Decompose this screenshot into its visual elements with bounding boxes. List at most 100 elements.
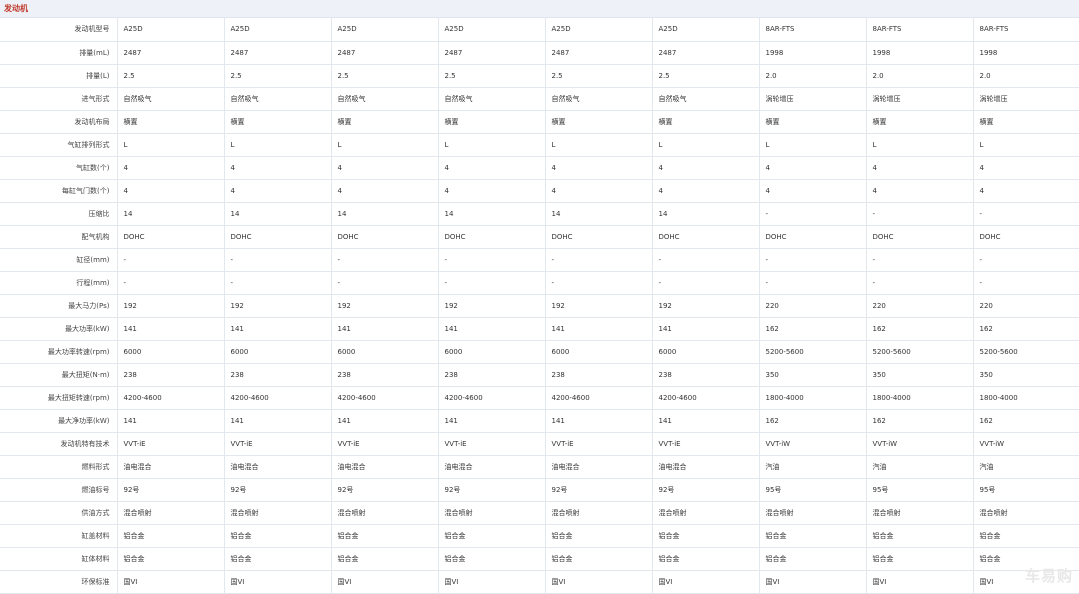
spec-cell: 4	[973, 156, 1079, 180]
spec-cell: 1800-4000	[973, 386, 1079, 410]
spec-cell: 铝合金	[759, 524, 867, 548]
spec-cell: L	[759, 133, 867, 157]
spec-cell: 162	[866, 409, 974, 433]
spec-cell: A25D	[438, 18, 546, 42]
spec-cell: -	[224, 248, 332, 272]
spec-cell: 238	[331, 363, 439, 387]
spec-row-label: 最大净功率(kW)	[0, 409, 118, 433]
spec-cell: -	[545, 271, 653, 295]
spec-cell: 国VI	[117, 570, 225, 594]
spec-cell: 自然吸气	[224, 87, 332, 111]
spec-cell: 铝合金	[331, 524, 439, 548]
spec-cell: 油电混合	[224, 455, 332, 479]
spec-cell: 铝合金	[545, 524, 653, 548]
section-header-engine: 发动机	[0, 0, 1079, 18]
spec-cell: 油电混合	[545, 455, 653, 479]
spec-row-label: 气缸数(个)	[0, 156, 118, 180]
spec-cell: A25D	[117, 18, 225, 42]
spec-cell: 横置	[973, 110, 1079, 134]
spec-cell: -	[866, 202, 974, 226]
spec-row-label: 排量(L)	[0, 64, 118, 88]
spec-cell: 横置	[652, 110, 760, 134]
spec-row: 最大功率(kW) 141 141 141 141 141 141 162 162 162	[0, 317, 1079, 341]
spec-cell: 汽油	[866, 455, 974, 479]
spec-row: 缸盖材料 铝合金 铝合金 铝合金 铝合金 铝合金 铝合金 铝合金 铝合金 铝合金	[0, 524, 1079, 548]
spec-cell: 4	[973, 179, 1079, 203]
spec-cell: 自然吸气	[545, 87, 653, 111]
spec-cell: VVT-iE	[652, 432, 760, 456]
spec-cell: 2487	[331, 41, 439, 65]
spec-row: 发动机型号 A25D A25D A25D A25D A25D A25D 8AR-FTS 8AR-…	[0, 18, 1079, 42]
spec-cell: 自然吸气	[652, 87, 760, 111]
spec-row: 最大扭矩转速(rpm) 4200-4600 4200-4600 4200-4600 42…	[0, 386, 1079, 410]
spec-cell: 混合喷射	[759, 501, 867, 525]
spec-cell: 8AR-FTS	[759, 18, 867, 42]
spec-cell: 4	[224, 156, 332, 180]
spec-cell: L	[973, 133, 1079, 157]
spec-cell: 油电混合	[438, 455, 546, 479]
spec-cell: 油电混合	[117, 455, 225, 479]
spec-cell: 混合喷射	[224, 501, 332, 525]
spec-row-label: 行程(mm)	[0, 271, 118, 295]
spec-cell: 4	[224, 179, 332, 203]
spec-cell: -	[759, 248, 867, 272]
spec-cell: 铝合金	[759, 547, 867, 571]
spec-cell: 220	[973, 294, 1079, 318]
spec-cell: 2.0	[866, 64, 974, 88]
spec-cell: 192	[117, 294, 225, 318]
spec-cell: 162	[759, 409, 867, 433]
spec-cell: 2.5	[438, 64, 546, 88]
spec-row-label: 最大马力(Ps)	[0, 294, 118, 318]
spec-cell: 95号	[973, 478, 1079, 502]
spec-cell: 涡轮增压	[973, 87, 1079, 111]
engine-spec-table: 发动机型号 A25D A25D A25D A25D A25D A25D 8AR-FTS 8AR-…	[0, 18, 1079, 594]
spec-cell: 4	[759, 179, 867, 203]
spec-row: 缸径(mm) - - - - - - - - -	[0, 248, 1079, 272]
spec-cell: 141	[652, 317, 760, 341]
spec-cell: 350	[866, 363, 974, 387]
spec-row-label: 气缸排列形式	[0, 133, 118, 157]
spec-cell: 238	[438, 363, 546, 387]
spec-cell: 横置	[545, 110, 653, 134]
spec-cell: -	[652, 271, 760, 295]
spec-cell: 14	[224, 202, 332, 226]
spec-row: 发动机特有技术 VVT-iE VVT-iE VVT-iE VVT-iE VVT-iE VVT…	[0, 432, 1079, 456]
spec-cell: 141	[331, 317, 439, 341]
spec-cell: 铝合金	[652, 524, 760, 548]
spec-cell: L	[438, 133, 546, 157]
spec-row-label: 发动机特有技术	[0, 432, 118, 456]
spec-cell: 横置	[117, 110, 225, 134]
spec-row-label: 缸盖材料	[0, 524, 118, 548]
spec-row-label: 最大扭矩转速(rpm)	[0, 386, 118, 410]
spec-cell: -	[973, 271, 1079, 295]
spec-cell: 141	[117, 409, 225, 433]
spec-cell: 2.5	[545, 64, 653, 88]
spec-row-label: 缸径(mm)	[0, 248, 118, 272]
spec-cell: 92号	[331, 478, 439, 502]
spec-cell: -	[117, 271, 225, 295]
spec-cell: 涡轮增压	[866, 87, 974, 111]
spec-cell: 2.5	[652, 64, 760, 88]
spec-cell: VVT-iE	[224, 432, 332, 456]
spec-cell: 混合喷射	[973, 501, 1079, 525]
spec-cell: -	[224, 271, 332, 295]
spec-cell: 4	[545, 156, 653, 180]
spec-row: 燃油标号 92号 92号 92号 92号 92号 92号 95号 95号 95号	[0, 478, 1079, 502]
spec-row-label: 发动机布局	[0, 110, 118, 134]
spec-cell: 5200-5600	[866, 340, 974, 364]
spec-cell: 2487	[652, 41, 760, 65]
spec-cell: 141	[117, 317, 225, 341]
spec-cell: 2487	[438, 41, 546, 65]
spec-row-label: 每缸气门数(个)	[0, 179, 118, 203]
spec-row: 燃料形式 油电混合 油电混合 油电混合 油电混合 油电混合 油电混合 汽油 汽油 汽油	[0, 455, 1079, 479]
spec-cell: 6000	[224, 340, 332, 364]
spec-cell: 2.5	[224, 64, 332, 88]
spec-cell: 14	[545, 202, 653, 226]
section-title: 发动机	[4, 4, 28, 13]
spec-cell: 238	[117, 363, 225, 387]
spec-cell: 192	[438, 294, 546, 318]
spec-row: 最大净功率(kW) 141 141 141 141 141 141 162 162 162	[0, 409, 1079, 433]
spec-row: 气缸排列形式 L L L L L L L L L	[0, 133, 1079, 157]
spec-cell: -	[973, 248, 1079, 272]
spec-row: 环保标准 国VI 国VI 国VI 国VI 国VI 国VI 国VI 国VI 国VI	[0, 570, 1079, 594]
